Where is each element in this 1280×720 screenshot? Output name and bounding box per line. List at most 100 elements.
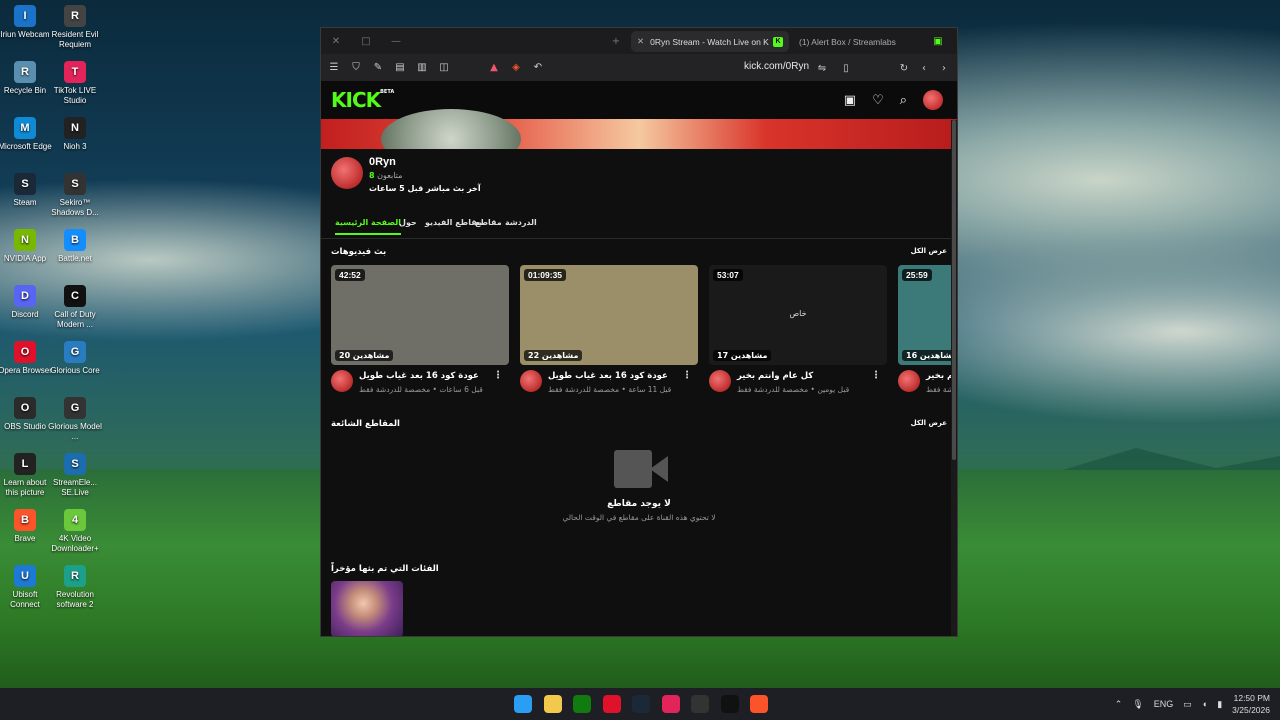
video-title[interactable]: عودة كود 16 بعد غياب طويل	[548, 371, 668, 381]
desktop-icon[interactable]: R Revolution software 2	[48, 565, 102, 610]
chevron-up-icon[interactable]: ⌃	[1115, 699, 1123, 710]
video-card[interactable]: 25:59 16 مشاهدين كل عام وانتم بخيرقبل يومي…	[898, 265, 957, 406]
browser-window: ✕ □ — + ✕ 0Ryn Stream - Watch Live on Ki…	[320, 27, 958, 637]
desktop-icon[interactable]: S Steam	[0, 173, 52, 208]
desktop-icon[interactable]: M Microsoft Edge	[0, 117, 52, 152]
sidebar-icon[interactable]: ▥	[415, 61, 429, 75]
video-title[interactable]: عودة كود 16 بعد غياب طويل	[359, 371, 479, 381]
desktop-icon[interactable]: G Glorious Model ...	[48, 397, 102, 442]
scrollbar-thumb[interactable]	[952, 120, 956, 460]
file-explorer-icon[interactable]	[543, 695, 562, 713]
maximize-window-icon[interactable]: □	[351, 36, 381, 47]
desktop-icon[interactable]: T TikTok LIVE Studio	[48, 61, 102, 106]
video-channel-avatar[interactable]	[520, 370, 542, 392]
tab-home[interactable]: الصفحة الرئيسية	[335, 218, 402, 235]
desktop-icon[interactable]: O OBS Studio	[0, 397, 52, 432]
rewards-icon[interactable]: ▲	[487, 61, 501, 75]
pin-icon[interactable]: ✎	[371, 61, 385, 75]
xbox-icon[interactable]	[573, 695, 591, 713]
desktop-icon[interactable]: I Iriun Webcam	[0, 5, 52, 40]
desktop-icon[interactable]: R Resident Evil Requiem	[48, 5, 102, 50]
bookmark-icon[interactable]: ▯	[839, 61, 853, 75]
reload-icon[interactable]: ↻	[897, 61, 911, 75]
tab-kick[interactable]: ✕ 0Ryn Stream - Watch Live on Ki K	[631, 31, 789, 52]
see-all-videos[interactable]: عرض الكل	[911, 247, 947, 255]
channel-name[interactable]: 0Ryn	[369, 156, 396, 168]
minimize-window-icon[interactable]: —	[381, 36, 411, 47]
brave-shields-icon[interactable]: ◈	[509, 61, 523, 75]
video-card[interactable]: 01:09:35 22 مشاهدين عودة كود 16 بعد غياب ط…	[520, 265, 698, 406]
see-all-clips[interactable]: عرض الكل	[911, 419, 947, 427]
video-channel-avatar[interactable]	[331, 370, 353, 392]
close-tab-icon[interactable]: ✕	[637, 36, 644, 47]
cod-taskbar-icon[interactable]	[720, 695, 739, 713]
new-tab-icon[interactable]: +	[601, 36, 631, 47]
heart-icon[interactable]: ♡	[872, 93, 884, 108]
desktop-icon[interactable]: O Opera Browser	[0, 341, 52, 376]
desktop-icon[interactable]: B Battle.net	[48, 229, 102, 264]
desktop-icon[interactable]: B Brave	[0, 509, 52, 544]
brave-icon: B	[14, 509, 36, 531]
desktop-icon[interactable]: L Learn about this picture	[0, 453, 52, 498]
desktop-icon[interactable]: G Glorious Core	[48, 341, 102, 376]
clock[interactable]: 12:50 PM 3/25/2026	[1232, 692, 1270, 716]
video-channel-avatar[interactable]	[898, 370, 920, 392]
desktop-icon[interactable]: S Sekiro™ Shadows D...	[48, 173, 102, 218]
desktop-icon[interactable]: N Nioh 3	[48, 117, 102, 152]
screenshot-icon[interactable]: ◫	[437, 61, 451, 75]
desktop-icon[interactable]: S StreamEle... SE.Live	[48, 453, 102, 498]
shield-icon[interactable]: ⛉	[349, 61, 363, 75]
volume-icon[interactable]: ◖	[1202, 699, 1207, 709]
kick-logo[interactable]: KICKBETA	[331, 88, 394, 112]
more-options-icon[interactable]: ⋮	[493, 370, 503, 381]
wallet-icon[interactable]: ▤	[393, 61, 407, 75]
brave-taskbar-icon[interactable]	[750, 695, 768, 713]
video-thumbnail[interactable]: 01:09:35 22 مشاهدين	[520, 265, 698, 365]
language-indicator[interactable]: ENG	[1154, 699, 1174, 709]
network-icon[interactable]: ▭	[1183, 699, 1192, 710]
desktop-icon[interactable]: R Recycle Bin	[0, 61, 52, 96]
tab-videos[interactable]: مقاطع الفيديو	[425, 218, 482, 227]
kick-extension-icon[interactable]: ▣	[923, 36, 953, 47]
battery-icon[interactable]: ▮	[1217, 699, 1222, 710]
back-icon[interactable]: ‹	[917, 61, 931, 75]
video-thumbnail[interactable]: 53:07 خاص 17 مشاهدين	[709, 265, 887, 365]
desktop-icon[interactable]: N NVIDIA App	[0, 229, 52, 264]
desktop-icon[interactable]: D Discord	[0, 285, 52, 320]
opera-taskbar-icon[interactable]	[602, 695, 621, 713]
video-camera-icon	[614, 450, 668, 488]
gift-icon[interactable]: ▣	[844, 93, 856, 108]
more-options-icon[interactable]: ⋮	[682, 370, 692, 381]
windows-start-icon[interactable]	[514, 695, 532, 713]
video-card[interactable]: 42:52 20 مشاهدين عودة كود 16 بعد غياب طويل…	[331, 265, 509, 406]
desktop-icon[interactable]: U Ubisoft Connect	[0, 565, 52, 610]
video-channel-avatar[interactable]	[709, 370, 731, 392]
search-icon[interactable]: ⌕	[900, 93, 907, 108]
obs-taskbar-icon[interactable]	[691, 695, 709, 713]
desktop-icon[interactable]: 4 4K Video Downloader+	[48, 509, 102, 554]
tab-clips[interactable]: مقاطع	[475, 218, 502, 227]
video-thumbnail[interactable]: 42:52 20 مشاهدين	[331, 265, 509, 365]
forward-icon[interactable]: ›	[937, 61, 951, 75]
tiktok-taskbar-icon[interactable]	[661, 695, 680, 713]
tab-about[interactable]: حول	[399, 218, 417, 227]
url-text[interactable]: kick.com/0Ryn	[744, 61, 809, 72]
link-icon[interactable]: ⇋	[815, 61, 829, 75]
steam-taskbar-icon[interactable]	[632, 695, 650, 713]
category-thumbnail[interactable]	[331, 581, 403, 636]
empty-title: لا يوجد مقاطع	[607, 499, 671, 509]
undo-icon[interactable]: ↶	[531, 61, 545, 75]
menu-icon[interactable]: ☰	[327, 61, 341, 75]
video-card[interactable]: 53:07 خاص 17 مشاهدين كل عام وانتم بخير قبل ي…	[709, 265, 887, 406]
user-avatar[interactable]	[923, 90, 943, 110]
video-thumbnail[interactable]: 25:59 16 مشاهدين	[898, 265, 957, 365]
tab-streamlabs[interactable]: (1) Alert Box / Streamlabs	[793, 31, 933, 52]
tab-chat[interactable]: الدردشة	[505, 218, 537, 227]
desktop-icon[interactable]: C Call of Duty Modern ...	[48, 285, 102, 330]
video-title[interactable]: كل عام وانتم بخير	[737, 371, 813, 381]
more-options-icon[interactable]: ⋮	[871, 370, 881, 381]
microphone-icon[interactable]: 🎙	[1132, 699, 1143, 710]
close-window-icon[interactable]: ✕	[321, 36, 351, 47]
page-scrollbar[interactable]	[951, 120, 957, 636]
channel-avatar[interactable]	[331, 157, 363, 189]
